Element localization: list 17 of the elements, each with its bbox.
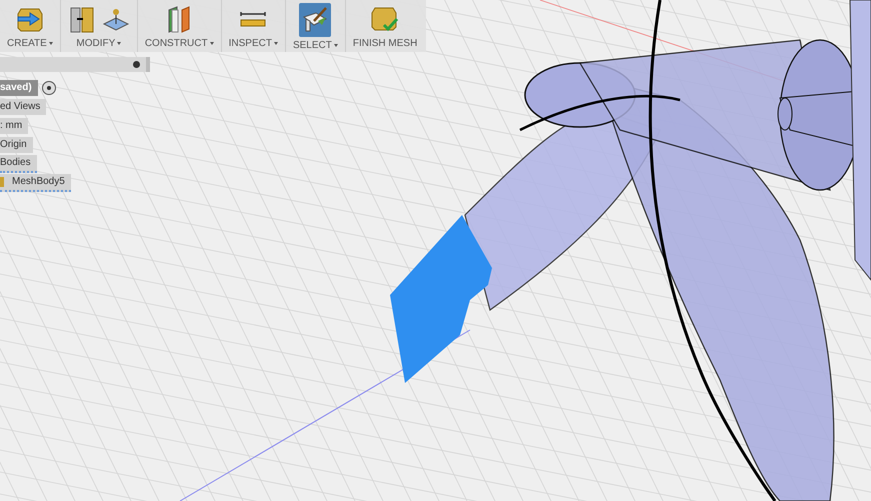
browser-node[interactable]: MeshBody5 [0,174,71,192]
browser-node[interactable]: : mm [0,118,28,134]
toolbar-menu-button[interactable]: FINISH MESH [352,38,418,49]
pin-icon[interactable] [133,61,140,68]
radio-icon[interactable] [42,80,56,94]
selected-tool-highlight[interactable] [299,3,332,37]
browser-node[interactable]: Bodies [0,154,37,172]
selected-face[interactable] [390,215,492,383]
toolbar-menu-button[interactable]: CONSTRUCT [144,38,214,49]
browser-node[interactable]: saved) [0,80,38,96]
toolbar-menu-button[interactable]: CREATE [7,38,53,49]
toolbar-menu-button[interactable]: MODIFY [76,38,122,49]
browser-node[interactable]: ed Views [0,98,46,114]
toolbar-menu-button[interactable]: SELECT [292,40,338,51]
toolbar-menu-button[interactable]: INSPECT [228,38,278,49]
mesh-body-icon [0,176,4,186]
browser-node[interactable]: Origin [0,136,33,152]
